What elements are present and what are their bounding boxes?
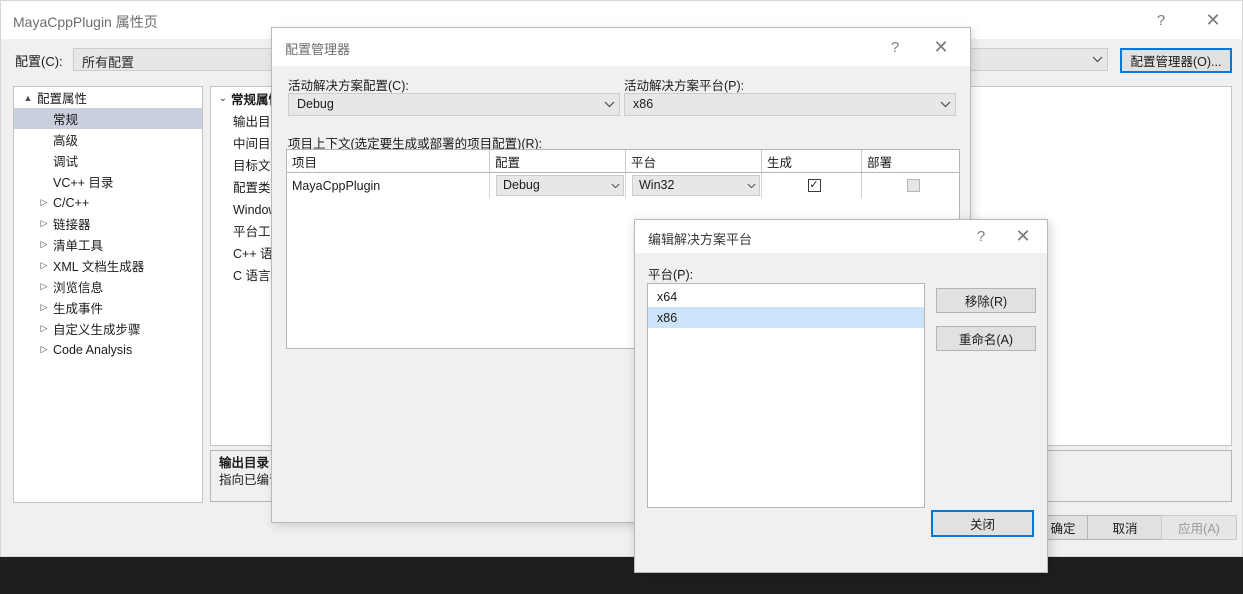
property-tree[interactable]: ▲ 配置属性 常规 高级 调试 VC++ 目录 ▷ C/C++ ▷ 链接器 ▷: [13, 86, 203, 503]
tree-item-label: 浏览信息: [53, 281, 104, 295]
configuration-manager-button[interactable]: 配置管理器(O)...: [1120, 48, 1232, 73]
triangle-right-icon: ▷: [40, 323, 48, 333]
row-platform-select[interactable]: Win32: [632, 175, 760, 196]
active-solution-configuration-label: 活动解决方案配置(C):: [288, 79, 409, 93]
triangle-right-icon: ▷: [40, 218, 48, 228]
close-icon[interactable]: ✕: [918, 28, 964, 66]
tree-item-vcpp-directories[interactable]: VC++ 目录: [14, 171, 202, 192]
tree-item-label: 链接器: [53, 218, 91, 232]
column-header-project[interactable]: 项目: [287, 150, 490, 172]
row-configuration-select[interactable]: Debug: [496, 175, 624, 196]
tree-item-debugging[interactable]: 调试: [14, 150, 202, 171]
tree-item-linker[interactable]: ▷ 链接器: [14, 213, 202, 234]
chevron-down-icon: [1087, 49, 1107, 70]
tree-item-manifest-tool[interactable]: ▷ 清单工具: [14, 234, 202, 255]
configuration-manager-title: 配置管理器: [285, 42, 351, 57]
page-title: MayaCppPlugin 属性页: [13, 14, 158, 30]
cell-platform[interactable]: Win32: [626, 173, 762, 198]
configuration-manager-titlebar: 配置管理器 ? ✕: [272, 28, 970, 67]
tree-item-label: C/C++: [53, 195, 90, 210]
close-glyph: ✕: [1205, 9, 1221, 30]
triangle-right-icon: ▷: [40, 281, 48, 291]
column-header-build[interactable]: 生成: [762, 150, 862, 172]
help-icon[interactable]: ?: [1138, 1, 1184, 39]
tree-item-custom-build-step[interactable]: ▷ 自定义生成步骤: [14, 318, 202, 339]
platforms-label: 平台(P):: [648, 268, 694, 282]
help-icon[interactable]: ?: [872, 28, 918, 66]
active-solution-platform-label: 活动解决方案平台(P):: [624, 79, 745, 93]
rename-platform-button[interactable]: 重命名(A): [936, 326, 1036, 351]
triangle-right-icon: ▷: [40, 302, 48, 312]
list-item[interactable]: x86: [648, 307, 924, 328]
row-platform-value: Win32: [639, 178, 675, 192]
chevron-down-icon: ⌄: [218, 92, 228, 104]
triangle-right-icon: ▷: [40, 239, 48, 249]
table-row[interactable]: MayaCppPlugin Debug Win32 ✓: [287, 173, 959, 198]
chevron-down-icon: [599, 94, 619, 115]
close-button[interactable]: 关闭: [931, 510, 1034, 537]
tree-item-c-cpp[interactable]: ▷ C/C++: [14, 192, 202, 213]
chevron-down-icon: [743, 176, 759, 195]
tree-item-label: VC++ 目录: [53, 176, 114, 190]
chevron-down-icon: [935, 94, 955, 115]
active-solution-configuration-select[interactable]: Debug: [288, 93, 620, 116]
configuration-label: 配置(C):: [15, 54, 63, 69]
configuration-select-value: 所有配置: [82, 55, 135, 70]
tree-item-label: 调试: [53, 155, 79, 169]
tree-item-label: XML 文档生成器: [53, 260, 145, 274]
tree-item-code-analysis[interactable]: ▷ Code Analysis: [14, 339, 202, 360]
column-header-deploy[interactable]: 部署: [862, 150, 959, 172]
edit-solution-platforms-title: 编辑解决方案平台: [648, 232, 753, 247]
platforms-listbox[interactable]: x64 x86: [647, 283, 925, 508]
deploy-checkbox[interactable]: [906, 179, 920, 192]
tree-item-label: Code Analysis: [53, 342, 133, 357]
help-icon[interactable]: ?: [961, 220, 1001, 253]
edit-solution-platforms-dialog: 编辑解决方案平台 ? ✕ 平台(P): x64 x86 移除(R) 重命名(A)…: [634, 219, 1048, 573]
active-solution-platform-value: x86: [633, 97, 654, 111]
cell-build[interactable]: ✓: [762, 173, 862, 198]
list-item[interactable]: x64: [648, 286, 924, 307]
close-icon[interactable]: ✕: [1003, 220, 1043, 253]
row-configuration-value: Debug: [503, 178, 540, 192]
tree-item-xml-doc-generator[interactable]: ▷ XML 文档生成器: [14, 255, 202, 276]
tree-item-label: 清单工具: [53, 239, 104, 253]
close-glyph: ✕: [933, 36, 949, 57]
close-glyph: ✕: [1015, 226, 1031, 246]
cancel-button[interactable]: 取消: [1087, 515, 1163, 540]
tree-item-label: 配置属性: [37, 92, 88, 106]
column-header-configuration[interactable]: 配置: [490, 150, 626, 172]
tree-item-label: 生成事件: [53, 302, 104, 316]
help-glyph: ?: [1156, 11, 1166, 29]
chevron-down-icon: [607, 176, 623, 195]
apply-button[interactable]: 应用(A): [1161, 515, 1237, 540]
tree-item-label: 常规: [53, 113, 79, 127]
tree-item-configuration-properties[interactable]: ▲ 配置属性: [14, 87, 202, 108]
cell-configuration[interactable]: Debug: [490, 173, 626, 198]
triangle-right-icon: ▷: [40, 260, 48, 270]
triangle-right-icon: ▷: [40, 197, 48, 207]
column-header-platform[interactable]: 平台: [626, 150, 762, 172]
close-icon[interactable]: ✕: [1190, 1, 1236, 39]
help-glyph: ?: [976, 228, 986, 245]
tree-item-label: 高级: [53, 134, 79, 148]
triangle-right-icon: ▷: [40, 344, 48, 354]
build-checkbox[interactable]: ✓: [807, 179, 821, 192]
tree-item-build-events[interactable]: ▷ 生成事件: [14, 297, 202, 318]
cell-project-name: MayaCppPlugin: [287, 173, 490, 198]
triangle-down-icon: ▲: [23, 92, 33, 103]
active-solution-platform-select[interactable]: x86: [624, 93, 956, 116]
active-solution-configuration-value: Debug: [297, 97, 334, 111]
remove-platform-button[interactable]: 移除(R): [936, 288, 1036, 313]
cell-deploy[interactable]: [862, 173, 959, 198]
tree-item-advanced[interactable]: 高级: [14, 129, 202, 150]
tree-item-general[interactable]: 常规: [14, 108, 202, 129]
table-header-row: 项目 配置 平台 生成 部署: [287, 150, 959, 173]
help-glyph: ?: [890, 38, 900, 56]
tree-item-label: 自定义生成步骤: [53, 323, 141, 337]
tree-item-browse-information[interactable]: ▷ 浏览信息: [14, 276, 202, 297]
edit-solution-platforms-titlebar: 编辑解决方案平台 ? ✕: [635, 220, 1047, 254]
table-body: MayaCppPlugin Debug Win32 ✓: [287, 173, 959, 198]
